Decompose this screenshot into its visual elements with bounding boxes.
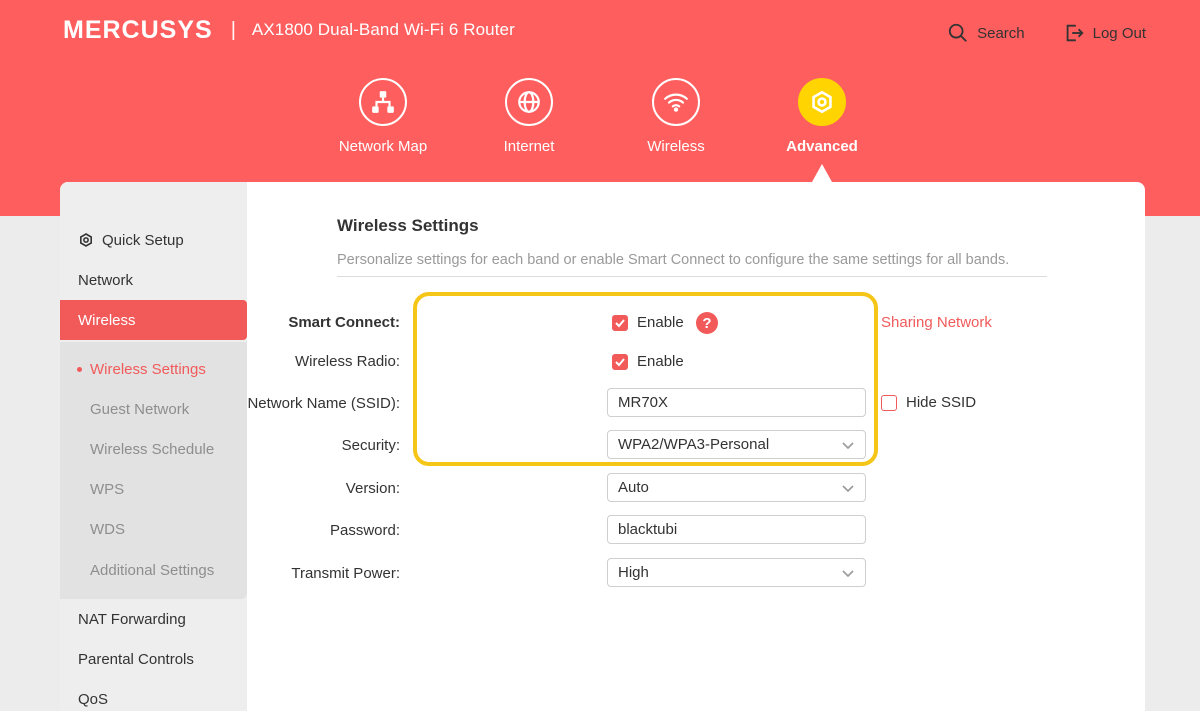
main-nav: Network Map Internet Wireless Advanced xyxy=(0,78,1200,188)
advanced-circle xyxy=(798,78,846,126)
brand-logo[interactable]: MERCUSYS xyxy=(63,16,213,45)
tab-label: Network Map xyxy=(338,138,428,155)
sidebar-subitem-label: WDS xyxy=(90,520,125,538)
sidebar-item-label: Quick Setup xyxy=(102,231,184,249)
sidebar-item-label: Network xyxy=(78,271,134,289)
wireless-radio-option: Enable xyxy=(637,353,684,370)
router-model: AX1800 Dual-Band Wi-Fi 6 Router xyxy=(251,20,515,39)
logout-icon xyxy=(1066,24,1084,42)
network-map-circle xyxy=(359,78,407,126)
sidebar-subitem-wps[interactable]: WPS xyxy=(60,469,247,509)
brand: MERCUSYS | AX1800 Dual-Band Wi-Fi 6 Rout… xyxy=(63,16,515,45)
password-value: blacktubi xyxy=(618,521,678,538)
hide-ssid-checkbox[interactable] xyxy=(881,395,897,411)
internet-circle xyxy=(505,78,553,126)
active-tab-pointer xyxy=(812,164,832,182)
wireless-circle xyxy=(652,78,700,126)
security-label: Security: xyxy=(341,437,400,454)
wireless-submenu: Wireless Settings Guest Network Wireless… xyxy=(60,342,247,599)
sidebar-item-nat-forwarding[interactable]: NAT Forwarding xyxy=(60,599,247,639)
brand-separator: | xyxy=(230,18,236,41)
gear-icon xyxy=(812,90,832,114)
help-icon[interactable]: ? xyxy=(696,312,718,334)
search-label: Search xyxy=(977,24,1025,42)
sidebar-item-network[interactable]: Network xyxy=(60,260,247,300)
smart-connect-label: Smart Connect: xyxy=(288,314,400,331)
sidebar-subitem-label: Wireless Schedule xyxy=(90,440,215,458)
sidebar-item-wireless[interactable]: Wireless xyxy=(60,300,247,340)
sharing-network-link[interactable]: Sharing Network xyxy=(881,314,992,331)
tab-label: Internet xyxy=(503,138,555,155)
check-icon xyxy=(615,319,625,328)
version-value: Auto xyxy=(618,479,649,496)
tab-network-map[interactable]: Network Map xyxy=(323,78,443,155)
sidebar-subitem-label: Wireless Settings xyxy=(90,360,206,378)
version-label: Version: xyxy=(345,480,400,497)
wifi-icon xyxy=(664,93,688,112)
content-area: Wireless Settings Personalize settings f… xyxy=(247,182,1145,711)
sidebar-item-label: QoS xyxy=(78,690,109,708)
globe-icon xyxy=(518,91,540,113)
transmit-power-label: Transmit Power: xyxy=(291,565,400,582)
ssid-label: Network Name (SSID): xyxy=(247,395,400,412)
chevron-down-icon xyxy=(842,569,854,577)
sidebar-subitem-wds[interactable]: WDS xyxy=(60,509,247,549)
main-panel: Quick Setup Network Wireless Wireless Se… xyxy=(60,182,1145,711)
sidebar-item-qos[interactable]: QoS xyxy=(60,679,247,711)
wireless-radio-label: Wireless Radio: xyxy=(294,353,400,370)
chevron-down-icon xyxy=(842,484,854,492)
gear-icon xyxy=(79,233,92,247)
active-dot xyxy=(77,366,82,372)
sidebar-subitem-label: Additional Settings xyxy=(90,561,215,579)
search-button[interactable]: Search xyxy=(947,22,1025,44)
version-select[interactable]: Auto xyxy=(607,473,866,502)
logout-label: Log Out xyxy=(1092,24,1146,42)
sidebar-subitem-label: Guest Network xyxy=(90,400,190,418)
tab-label: Wireless xyxy=(647,138,705,155)
tab-wireless[interactable]: Wireless xyxy=(616,78,736,155)
sidebar: Quick Setup Network Wireless Wireless Se… xyxy=(60,182,247,711)
wireless-radio-checkbox[interactable] xyxy=(612,354,628,370)
sidebar-subitem-wireless-settings[interactable]: Wireless Settings xyxy=(60,349,247,389)
check-icon xyxy=(615,358,625,367)
sidebar-subitem-label: WPS xyxy=(90,480,125,498)
tab-internet[interactable]: Internet xyxy=(469,78,589,155)
transmit-power-value: High xyxy=(618,564,649,581)
sidebar-item-label: Wireless xyxy=(78,311,136,329)
chevron-down-icon xyxy=(842,441,854,449)
sidebar-item-label: Parental Controls xyxy=(78,650,194,668)
sidebar-item-quick-setup[interactable]: Quick Setup xyxy=(60,220,247,260)
security-select[interactable]: WPA2/WPA3-Personal xyxy=(607,430,866,459)
hide-ssid-label: Hide SSID xyxy=(906,394,977,411)
ssid-input[interactable]: MR70X xyxy=(607,388,866,417)
transmit-power-select[interactable]: High xyxy=(607,558,866,587)
page-title: Wireless Settings xyxy=(337,216,479,235)
tab-label: Advanced xyxy=(786,138,858,155)
tab-advanced[interactable]: Advanced xyxy=(762,78,882,155)
sidebar-subitem-additional-settings[interactable]: Additional Settings xyxy=(60,550,247,590)
password-label: Password: xyxy=(329,522,400,539)
logout-button[interactable]: Log Out xyxy=(1063,22,1146,44)
page-description: Personalize settings for each band or en… xyxy=(337,252,1047,277)
smart-connect-checkbox[interactable] xyxy=(612,315,628,331)
ssid-value: MR70X xyxy=(618,394,669,411)
top-actions: Search Log Out xyxy=(947,22,1146,44)
sidebar-item-label: NAT Forwarding xyxy=(78,610,186,628)
smart-connect-option: Enable xyxy=(637,314,684,331)
network-map-icon xyxy=(372,91,394,113)
search-icon xyxy=(948,23,967,42)
sidebar-subitem-guest-network[interactable]: Guest Network xyxy=(60,389,247,429)
sidebar-subitem-wireless-schedule[interactable]: Wireless Schedule xyxy=(60,429,247,469)
security-value: WPA2/WPA3-Personal xyxy=(618,436,770,453)
sidebar-item-parental-controls[interactable]: Parental Controls xyxy=(60,639,247,679)
password-input[interactable]: blacktubi xyxy=(607,515,866,544)
